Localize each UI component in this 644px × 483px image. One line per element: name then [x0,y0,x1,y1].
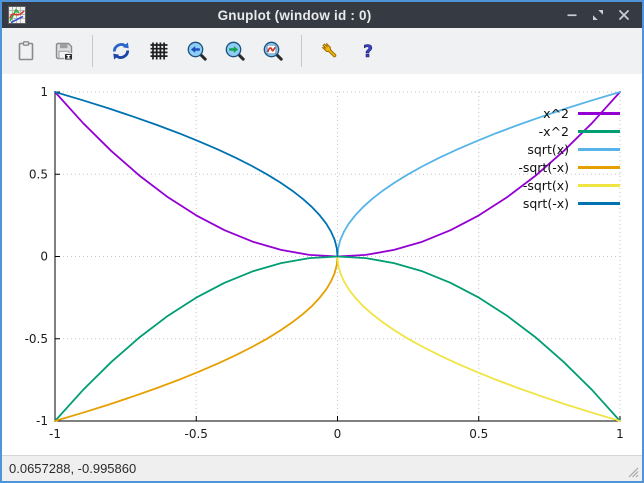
help-button[interactable]: ? [355,38,381,64]
gnuplot-window: Gnuplot (window id : 0) [0,0,644,483]
svg-text:0.5: 0.5 [29,167,48,181]
legend-line-sample [578,148,620,151]
window-controls [563,6,636,24]
legend-item[interactable]: sqrt(-x) [518,194,620,212]
copy-to-clipboard-button[interactable] [13,38,39,64]
legend-item[interactable]: -sqrt(x) [518,176,620,194]
svg-text:?: ? [363,42,373,62]
close-icon [616,7,632,23]
close-button[interactable] [615,6,633,24]
plot-canvas[interactable]: -1 -0.5 0 0.5 1 -1 -0.5 0 0.5 1 x^2 -x^2 sqrt(x) -sq… [2,74,642,455]
svg-text:0.5: 0.5 [469,427,488,441]
statusbar: 0.0657288, -0.995860 [2,455,642,481]
toolbar: ? [2,28,642,74]
zoom-next-button[interactable] [222,38,248,64]
restore-button[interactable] [589,6,607,24]
toolbar-separator [92,35,93,67]
replot-icon [109,39,133,63]
autoscale-button[interactable] [260,38,286,64]
toolbar-separator [301,35,302,67]
legend-line-sample [578,166,620,169]
grid-icon [147,39,171,63]
zoom-previous-icon [185,39,209,63]
zoom-next-icon [223,39,247,63]
cursor-coordinates: 0.0657288, -0.995860 [9,461,136,476]
legend-label: sqrt(-x) [523,196,569,211]
svg-text:0: 0 [334,427,342,441]
legend-label: -sqrt(-x) [518,160,569,175]
toggle-grid-button[interactable] [146,38,172,64]
svg-text:0: 0 [40,250,48,264]
legend-label: -x^2 [539,124,569,139]
svg-text:-0.5: -0.5 [25,332,48,346]
legend-line-sample [578,202,620,205]
titlebar[interactable]: Gnuplot (window id : 0) [2,2,642,28]
legend-line-sample [578,112,620,115]
window-title: Gnuplot (window id : 0) [32,8,557,23]
legend-label: x^2 [543,106,569,121]
autoscale-icon [261,39,285,63]
legend-line-sample [578,184,620,187]
gnuplot-plot-icon [8,6,26,24]
replot-button[interactable] [108,38,134,64]
svg-text:1: 1 [616,427,624,441]
legend-item[interactable]: -x^2 [518,122,620,140]
export-image-button[interactable] [51,38,77,64]
legend-item[interactable]: -sqrt(-x) [518,158,620,176]
legend-label: sqrt(x) [527,142,569,157]
wrench-icon [318,39,342,63]
legend-line-sample [578,130,620,133]
svg-text:1: 1 [40,85,48,99]
save-image-icon [52,39,76,63]
restore-icon [590,7,606,23]
svg-text:-1: -1 [36,414,48,428]
minimize-button[interactable] [563,6,581,24]
legend-item[interactable]: sqrt(x) [518,140,620,158]
legend: x^2 -x^2 sqrt(x) -sqrt(-x) -sqrt(x) sqrt(-x) [518,104,620,212]
legend-item[interactable]: x^2 [518,104,620,122]
svg-text:-1: -1 [49,427,61,441]
resize-grip-icon[interactable] [625,464,640,479]
legend-label: -sqrt(x) [523,178,569,193]
settings-button[interactable] [317,38,343,64]
minimize-icon [564,7,580,23]
zoom-previous-button[interactable] [184,38,210,64]
help-icon: ? [356,39,380,63]
svg-text:-0.5: -0.5 [185,427,208,441]
clipboard-icon [14,39,38,63]
